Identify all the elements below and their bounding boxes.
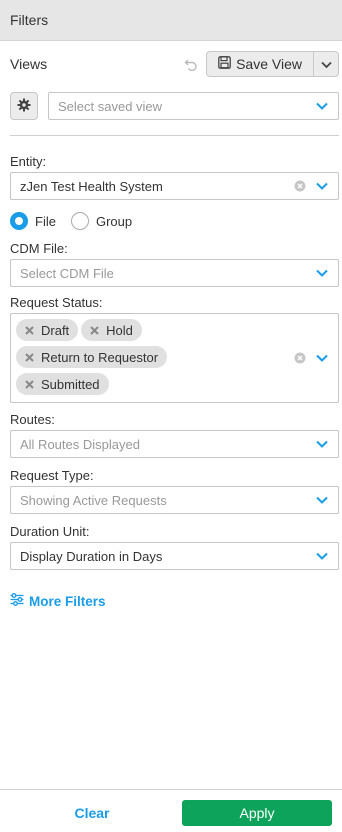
status-chip: Submitted <box>16 373 109 395</box>
chevron-down-icon <box>315 179 329 193</box>
radio-group-label: Group <box>95 213 133 229</box>
routes-value: All Routes Displayed <box>20 436 140 452</box>
status-chip-label: Submitted <box>41 376 100 392</box>
chevron-down-icon <box>315 549 329 563</box>
request-type-select[interactable]: Showing Active Requests <box>10 486 339 514</box>
clear-icon[interactable] <box>293 351 307 365</box>
radio-group-indicator <box>70 212 89 230</box>
save-view-label: Save View <box>236 56 302 72</box>
duration-unit-value: Display Duration in Days <box>20 548 163 564</box>
status-chip: Hold <box>81 319 142 341</box>
duration-unit-select[interactable]: Display Duration in Days <box>10 542 339 570</box>
status-chip-label: Draft <box>41 322 70 338</box>
chevron-down-icon <box>315 99 329 113</box>
radio-group[interactable]: Group <box>70 212 133 230</box>
panel-header: Filters <box>0 0 342 41</box>
views-row: Views Save View <box>10 50 339 78</box>
cdm-file-select[interactable]: Select CDM File <box>10 259 339 287</box>
remove-chip-icon[interactable] <box>89 325 99 335</box>
request-status-label: Request Status: <box>10 295 103 310</box>
entity-label: Entity: <box>10 154 47 169</box>
status-chip-label: Hold <box>106 322 133 338</box>
gear-icon <box>17 98 31 115</box>
status-chip: Draft <box>16 319 79 341</box>
chevron-down-icon <box>315 493 329 507</box>
entity-select[interactable]: zJen Test Health System <box>10 172 339 200</box>
save-view-group: Save View <box>206 51 339 77</box>
status-chip-label: Return to Requestor <box>41 349 159 365</box>
cdm-file-placeholder: Select CDM File <box>20 265 114 281</box>
multiselect-controls <box>293 351 329 365</box>
radio-file[interactable]: File <box>10 212 56 230</box>
panel-title: Filters <box>10 12 49 28</box>
save-view-dropdown[interactable] <box>314 52 338 76</box>
more-filters-label: More Filters <box>29 593 106 609</box>
remove-chip-icon[interactable] <box>24 379 34 389</box>
entity-type-radio-group: File Group <box>10 212 147 230</box>
save-icon <box>218 56 231 72</box>
status-chips: Draft Hold Return to Requestor Submitted <box>16 319 286 400</box>
chevron-down-icon <box>315 266 329 280</box>
duration-unit-label: Duration Unit: <box>10 524 90 539</box>
chevron-down-icon <box>315 437 329 451</box>
undo-icon[interactable] <box>179 52 203 76</box>
cdm-file-label: CDM File: <box>10 241 68 256</box>
radio-file-label: File <box>35 213 56 229</box>
routes-select[interactable]: All Routes Displayed <box>10 430 339 458</box>
views-label: Views <box>10 56 48 72</box>
sliders-icon <box>10 593 24 609</box>
chevron-down-icon <box>315 351 329 365</box>
panel-footer: Clear Apply <box>0 789 342 832</box>
view-settings-button[interactable] <box>10 92 38 120</box>
request-type-value: Showing Active Requests <box>20 492 167 508</box>
request-type-label: Request Type: <box>10 468 94 483</box>
request-status-multiselect[interactable]: Draft Hold Return to Requestor Submitted <box>10 313 339 403</box>
entity-value: zJen Test Health System <box>20 178 163 194</box>
routes-label: Routes: <box>10 412 55 427</box>
save-view-button[interactable]: Save View <box>207 52 314 76</box>
radio-file-indicator <box>10 212 28 230</box>
more-filters-link[interactable]: More Filters <box>10 593 106 609</box>
apply-button[interactable]: Apply <box>182 800 332 826</box>
remove-chip-icon[interactable] <box>24 352 34 362</box>
divider <box>10 135 339 136</box>
saved-view-placeholder: Select saved view <box>58 98 163 114</box>
status-chip: Return to Requestor <box>16 346 168 368</box>
chevron-down-icon <box>320 57 332 72</box>
remove-chip-icon[interactable] <box>24 325 34 335</box>
clear-button[interactable]: Clear <box>10 800 174 826</box>
saved-view-select[interactable]: Select saved view <box>48 92 339 120</box>
clear-icon[interactable] <box>293 179 307 193</box>
